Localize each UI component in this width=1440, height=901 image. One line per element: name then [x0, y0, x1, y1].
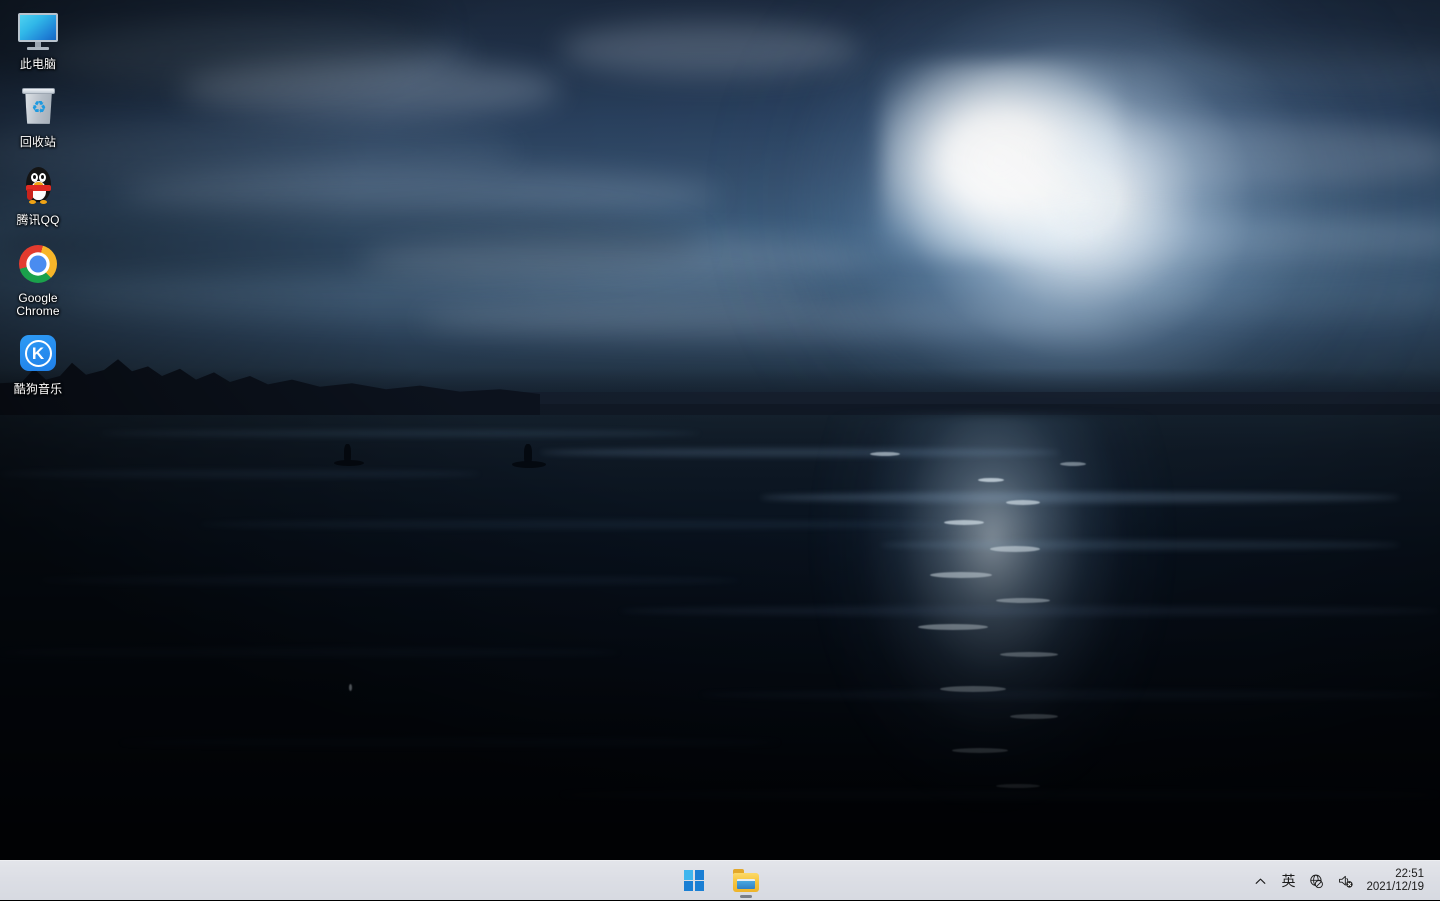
desktop-icon-label: 酷狗音乐	[14, 383, 62, 396]
globe-no-internet-icon	[1308, 873, 1325, 890]
water-sparkle	[940, 686, 1006, 692]
wave-streak	[0, 470, 480, 478]
clock-button[interactable]: 22:51 2021/12/19	[1360, 864, 1434, 898]
chrome-icon	[14, 240, 62, 288]
desktop-icon-this-pc[interactable]: 此电脑	[2, 2, 74, 76]
recycle-bin-icon: ♻	[14, 84, 62, 132]
wave-streak	[540, 448, 1060, 457]
water-sparkle	[1000, 652, 1058, 657]
network-status-button[interactable]	[1302, 864, 1331, 898]
wave-streak	[200, 520, 960, 529]
surfboard-silhouette	[512, 461, 546, 468]
water-sparkle	[996, 598, 1050, 603]
kugou-letter: K	[25, 340, 52, 367]
desktop-icon-label: Google Chrome	[4, 292, 72, 318]
wave-streak	[760, 492, 1400, 503]
desktop-icon-label: 腾讯QQ	[16, 214, 59, 227]
wave-streak	[0, 648, 620, 657]
water-sparkle	[349, 684, 352, 691]
start-button[interactable]	[672, 863, 716, 899]
folder-icon	[733, 869, 759, 892]
file-explorer-button[interactable]	[724, 863, 768, 899]
wave-streak	[40, 576, 740, 585]
windows-logo-icon	[684, 870, 705, 891]
wave-streak	[560, 790, 1440, 800]
desktop-icon-recycle-bin[interactable]: ♻ 回收站	[2, 80, 74, 154]
water-sparkle	[952, 748, 1008, 753]
cloud-band	[180, 60, 560, 118]
desktop-icon-kugou-music[interactable]: K 酷狗音乐	[2, 327, 74, 401]
water-sparkle	[918, 624, 988, 630]
surfboard-silhouette	[334, 460, 364, 466]
qq-penguin-icon	[14, 162, 62, 210]
water-sparkle	[944, 520, 984, 525]
wave-streak	[880, 540, 1400, 550]
running-indicator	[740, 895, 752, 898]
water-sparkle	[1006, 500, 1040, 505]
taskbar-center-group	[0, 861, 1440, 901]
wave-streak	[700, 690, 1440, 700]
clock-time: 22:51	[1395, 868, 1424, 881]
desktop-icon-label: 回收站	[20, 136, 56, 149]
water-sparkle	[1010, 714, 1058, 719]
water-sparkle	[870, 452, 900, 456]
desktop-surface[interactable]: 此电脑 ♻ 回收站 腾讯QQ	[0, 0, 1440, 860]
input-method-indicator[interactable]: 英	[1274, 864, 1302, 898]
chevron-up-icon	[1254, 875, 1267, 888]
desktop-icon-tencent-qq[interactable]: 腾讯QQ	[2, 158, 74, 232]
speaker-muted-icon	[1337, 873, 1354, 890]
kugou-icon: K	[14, 331, 62, 379]
water-sparkle	[1060, 462, 1086, 466]
water-sparkle	[930, 572, 992, 578]
water-sparkle	[996, 784, 1040, 788]
desktop-icon-label: 此电脑	[20, 58, 56, 71]
water-sparkle	[978, 478, 1004, 482]
desktop-icon-google-chrome[interactable]: Google Chrome	[2, 236, 74, 323]
volume-button[interactable]	[1331, 864, 1360, 898]
water-sparkle	[990, 546, 1040, 552]
wave-streak	[620, 606, 1440, 616]
wave-streak	[120, 738, 780, 747]
taskbar[interactable]: 英 22:51 2021/12/19	[0, 860, 1440, 900]
cloud-band	[1040, 120, 1440, 190]
desktop-icon-grid: 此电脑 ♻ 回收站 腾讯QQ	[2, 2, 74, 405]
wave-streak	[100, 430, 700, 437]
cloud-band	[1140, 276, 1440, 320]
system-tray: 英 22:51 2021/12/19	[1246, 861, 1440, 901]
show-hidden-icons-button[interactable]	[1246, 864, 1274, 898]
clock-date: 2021/12/19	[1366, 881, 1424, 894]
cloud-band	[560, 22, 860, 76]
monitor-icon	[14, 6, 62, 54]
